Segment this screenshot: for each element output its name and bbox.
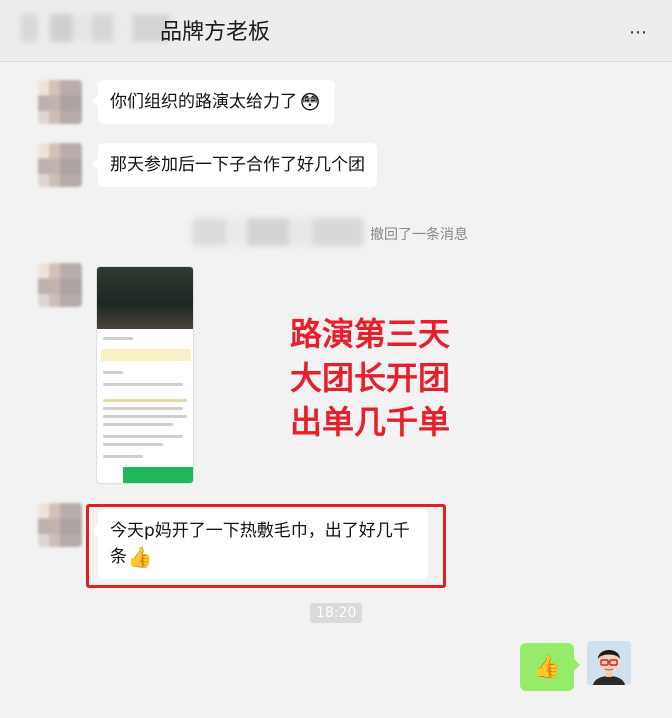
thumbs-up-emoji-icon: 👍 (533, 654, 561, 680)
image-highlight-strip (101, 349, 191, 361)
image-text-line (103, 455, 143, 458)
timestamp: 18:20 (310, 603, 363, 623)
contact-avatar[interactable] (38, 143, 82, 187)
avatar-illustration-icon (587, 641, 631, 685)
blurred-sender-name (192, 218, 364, 246)
image-text-line (103, 399, 187, 402)
image-green-button (123, 467, 193, 483)
image-message[interactable] (96, 266, 194, 484)
chat-title: 品牌方老板 (160, 20, 271, 45)
message-text: 你们组织的路演太给力了 (110, 92, 297, 112)
image-text-line (103, 371, 123, 374)
image-text-line (103, 383, 183, 386)
contact-avatar[interactable] (38, 263, 82, 307)
image-text-line (103, 407, 183, 410)
my-message-bubble[interactable]: 👍 (520, 643, 580, 691)
more-options-icon[interactable]: ⋯ (629, 22, 648, 43)
red-annotation: 路演第三天 大团长开团 出单几千单 (290, 312, 450, 444)
message-text: 那天参加后一下子合作了好几个团 (110, 155, 365, 175)
annotation-line-3: 出单几千单 (290, 403, 451, 441)
surprised-emoji-icon: 😳 (299, 90, 321, 114)
image-text-line (103, 423, 173, 426)
image-text-line (103, 415, 187, 418)
message-bubble[interactable]: 那天参加后一下子合作了好几个团 (92, 143, 377, 187)
contact-avatar[interactable] (38, 503, 82, 547)
blurred-contact-name (20, 14, 170, 42)
my-avatar[interactable] (587, 641, 631, 685)
message-bubble[interactable]: 你们组织的路演太给力了 😳 (92, 80, 335, 124)
image-header-area (97, 267, 193, 329)
image-text-line (103, 443, 163, 446)
chat-header: 品牌方老板 ⋯ (0, 0, 672, 62)
recall-notice: 撤回了一条消息 (370, 227, 468, 243)
image-text-line (103, 337, 133, 340)
red-highlight-box (86, 504, 446, 588)
annotation-line-1: 路演第三天 (290, 315, 451, 353)
annotation-line-2: 大团长开团 (290, 359, 451, 397)
contact-avatar[interactable] (38, 80, 82, 124)
image-text-line (103, 435, 183, 438)
